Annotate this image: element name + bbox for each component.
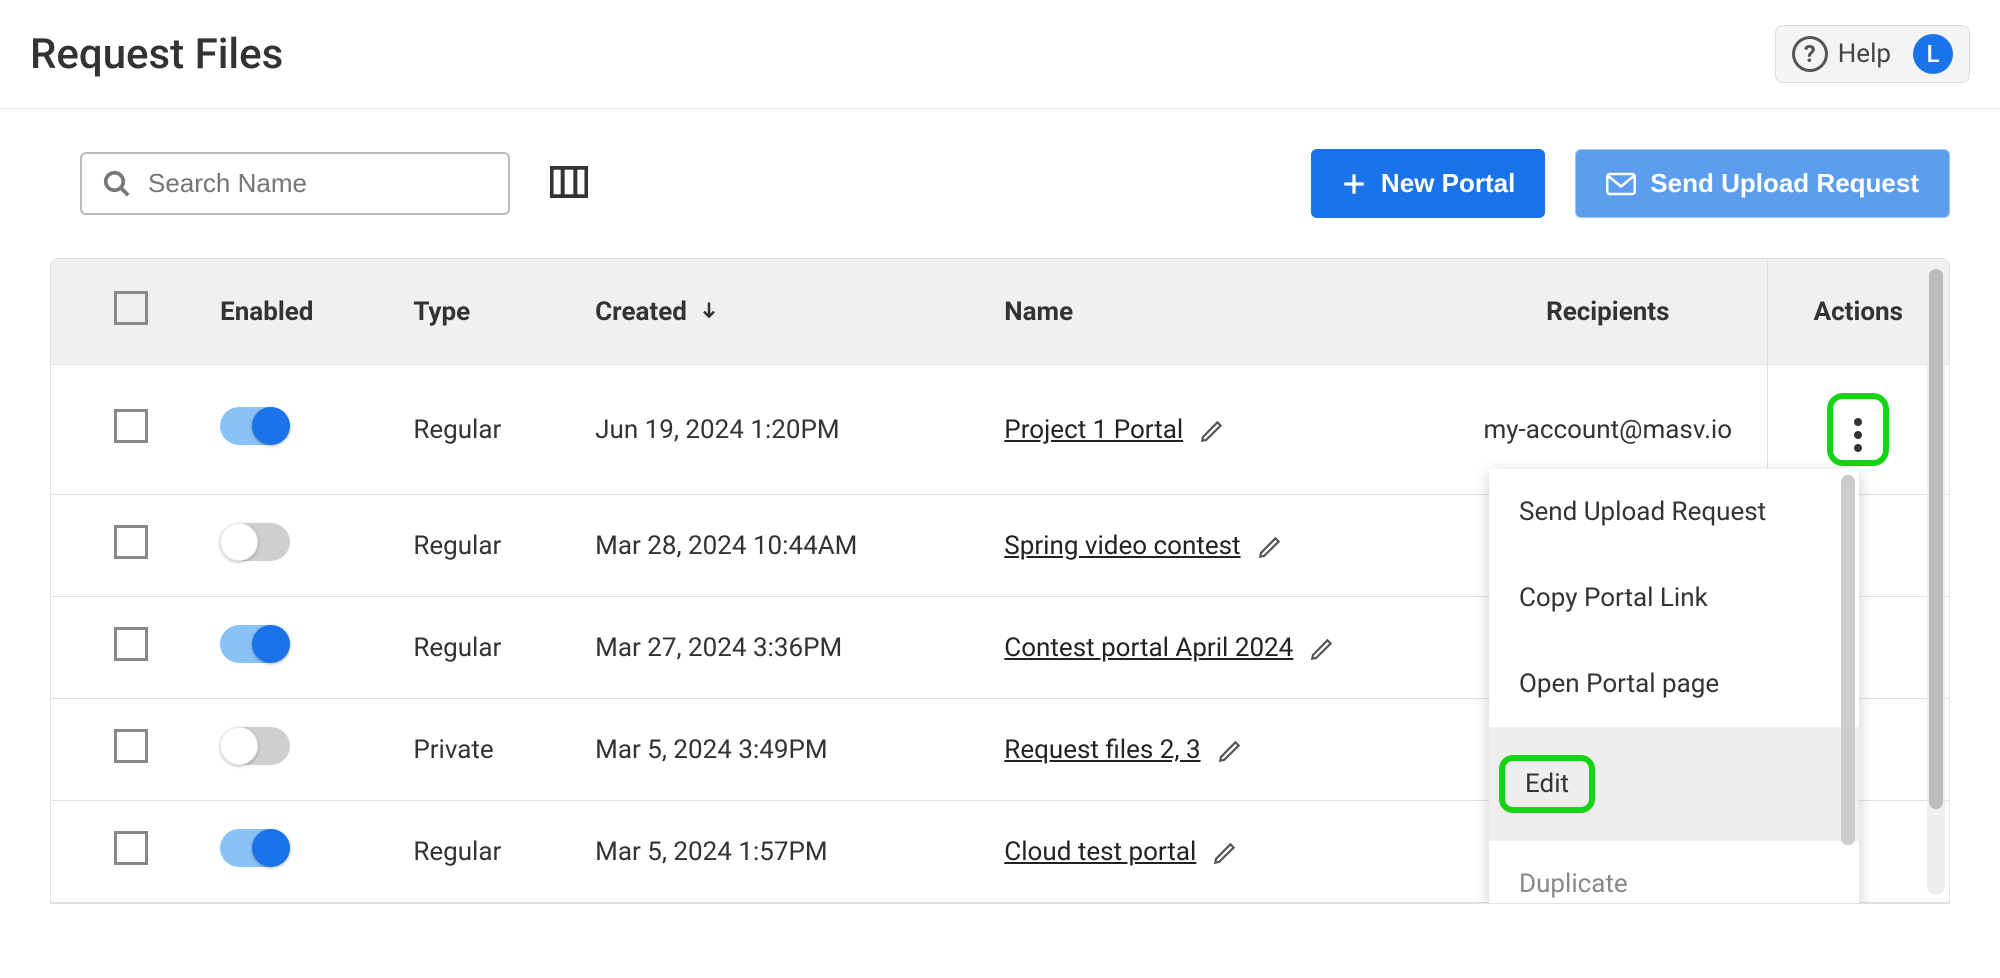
page-title: Request Files [30,30,283,79]
row-name-link[interactable]: Project 1 Portal [1004,415,1183,445]
send-upload-request-button[interactable]: Send Upload Request [1575,149,1950,218]
avatar[interactable]: L [1913,34,1953,74]
scrollbar[interactable] [1927,267,1945,895]
help-label: Help [1838,39,1891,69]
row-created: Mar 27, 2024 3:36PM [585,597,994,699]
row-checkbox[interactable] [114,627,148,661]
col-type-header[interactable]: Type [403,259,585,365]
enabled-toggle[interactable] [220,625,290,663]
row-created: Jun 19, 2024 1:20PM [585,365,994,495]
help-icon: ? [1792,36,1828,72]
search-icon [102,169,132,199]
row-name-link[interactable]: Request files 2, 3 [1004,735,1200,765]
col-actions-header: Actions [1767,259,1949,365]
row-created: Mar 28, 2024 10:44AM [585,495,994,597]
col-name-header[interactable]: Name [994,259,1449,365]
search-box[interactable] [80,152,510,215]
row-created: Mar 5, 2024 1:57PM [585,801,994,903]
row-actions-button[interactable] [1837,414,1879,456]
enabled-toggle[interactable] [220,407,290,445]
kebab-highlight [1827,393,1889,466]
row-created: Mar 5, 2024 3:49PM [585,699,994,801]
row-name-link[interactable]: Cloud test portal [1004,837,1196,867]
col-enabled-header[interactable]: Enabled [210,259,403,365]
row-checkbox[interactable] [114,729,148,763]
mail-icon [1606,172,1636,196]
edit-highlight: Edit [1499,755,1595,813]
row-name-link[interactable]: Spring video contest [1004,531,1240,561]
row-checkbox[interactable] [114,409,148,443]
dropdown-send-upload[interactable]: Send Upload Request [1489,469,1859,555]
dropdown-duplicate[interactable]: Duplicate [1489,841,1859,904]
send-upload-label: Send Upload Request [1650,168,1919,199]
columns-icon [550,166,588,198]
enabled-toggle[interactable] [220,523,290,561]
new-portal-label: New Portal [1381,168,1515,199]
row-type: Regular [403,801,585,903]
col-recipients-header[interactable]: Recipients [1449,259,1767,365]
new-portal-button[interactable]: New Portal [1311,149,1545,218]
row-type: Regular [403,495,585,597]
edit-name-button[interactable] [1257,534,1283,560]
enabled-toggle[interactable] [220,727,290,765]
header-actions: ? Help L [1775,25,1970,83]
row-type: Regular [403,365,585,495]
columns-button[interactable] [550,166,588,202]
dropdown-edit-label: Edit [1525,769,1569,799]
edit-name-button[interactable] [1217,738,1243,764]
enabled-toggle[interactable] [220,829,290,867]
col-created-header[interactable]: Created [585,259,994,365]
help-button[interactable]: ? Help [1792,36,1891,72]
edit-name-button[interactable] [1309,636,1335,662]
row-name-link[interactable]: Contest portal April 2024 [1004,633,1293,663]
portals-table: Enabled Type Created Name Recipients Act… [50,258,1950,904]
actions-dropdown: Send Upload Request Copy Portal Link Ope… [1489,469,1859,904]
plus-icon [1341,171,1367,197]
sort-desc-icon [699,297,719,327]
edit-name-button[interactable] [1199,418,1225,444]
search-input[interactable] [148,168,488,199]
dropdown-copy-link[interactable]: Copy Portal Link [1489,555,1859,641]
edit-name-button[interactable] [1212,840,1238,866]
dropdown-open-portal[interactable]: Open Portal page [1489,641,1859,727]
row-checkbox[interactable] [114,831,148,865]
dropdown-scrollbar[interactable] [1841,475,1855,845]
scrollbar-thumb[interactable] [1929,269,1943,809]
row-checkbox[interactable] [114,525,148,559]
row-type: Private [403,699,585,801]
col-created-label: Created [595,297,687,327]
select-all-checkbox[interactable] [114,291,148,325]
dropdown-edit[interactable]: Edit [1489,727,1859,841]
row-type: Regular [403,597,585,699]
